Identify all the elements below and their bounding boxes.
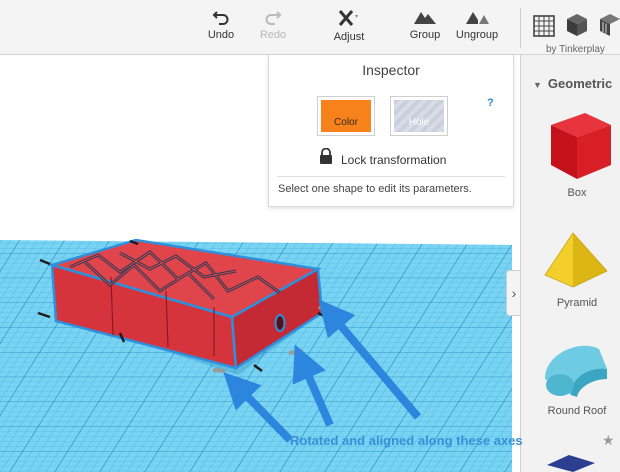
ungroup-button[interactable]: Ungroup	[455, 8, 499, 41]
inspector-divider	[277, 176, 505, 177]
hole-swatch-button[interactable]: Hole	[390, 96, 448, 136]
redo-button[interactable]: Redo	[257, 8, 289, 41]
collapse-triangle-icon: ▼	[533, 80, 542, 90]
category-label: Geometric	[547, 76, 613, 91]
round-roof-icon	[545, 345, 607, 397]
shape-label-round-roof: Round Roof	[547, 405, 607, 417]
group-icon	[414, 12, 436, 24]
color-label: Color	[334, 117, 358, 128]
shape-item-box[interactable]: Box	[533, 107, 620, 211]
hole-label: Hole	[408, 117, 430, 128]
adjust-button[interactable]: Adjust	[330, 8, 368, 43]
grid-view-icon[interactable]	[533, 15, 555, 37]
partial-shape-icon[interactable]	[543, 453, 601, 472]
shape-item-round-roof[interactable]: Round Roof	[533, 339, 620, 443]
pyramid-icon	[544, 232, 608, 288]
ungroup-icon	[466, 12, 489, 24]
sidebar-toggle-button[interactable]: ›	[506, 270, 521, 316]
shapes-sidebar: ▼ Geometric Box Pyramid Round Roof	[520, 55, 620, 472]
cube-view-icon[interactable]	[566, 13, 588, 37]
favorite-star-icon[interactable]: ★	[602, 432, 615, 449]
color-swatch-button[interactable]: Color	[317, 96, 375, 136]
axes-annotation-caption: Rotated and aligned along these axes	[290, 433, 523, 448]
redo-label: Redo	[259, 29, 287, 41]
shape-label-pyramid: Pyramid	[556, 297, 598, 309]
ungroup-label: Ungroup	[455, 29, 499, 41]
undo-icon	[212, 11, 229, 25]
lock-icon	[320, 148, 332, 164]
toolbar-divider	[520, 8, 521, 48]
wireframe-view-icon[interactable]	[600, 13, 620, 37]
inspector-hint: Select one shape to edit its parameters.	[278, 183, 472, 195]
group-label: Group	[409, 29, 441, 41]
group-button[interactable]: Group	[407, 8, 443, 41]
inspector-title: Inspector	[362, 62, 420, 78]
shape-label-box: Box	[567, 187, 587, 199]
box-icon	[551, 113, 611, 179]
help-link[interactable]: ?	[487, 97, 494, 109]
undo-label: Undo	[207, 29, 235, 41]
lock-label: Lock transformation	[341, 153, 447, 167]
category-header[interactable]: ▼ Geometric	[533, 76, 612, 91]
redo-icon	[265, 11, 282, 25]
top-toolbar: Undo Redo Adjust Group Ungroup by Tinker…	[0, 0, 620, 55]
adjust-label: Adjust	[333, 31, 365, 43]
undo-button[interactable]: Undo	[205, 8, 237, 41]
adjust-icon	[338, 10, 358, 26]
inspector-panel: Inspector Color Hole ? Lock transformati…	[268, 55, 514, 207]
shape-item-pyramid[interactable]: Pyramid	[533, 231, 620, 335]
